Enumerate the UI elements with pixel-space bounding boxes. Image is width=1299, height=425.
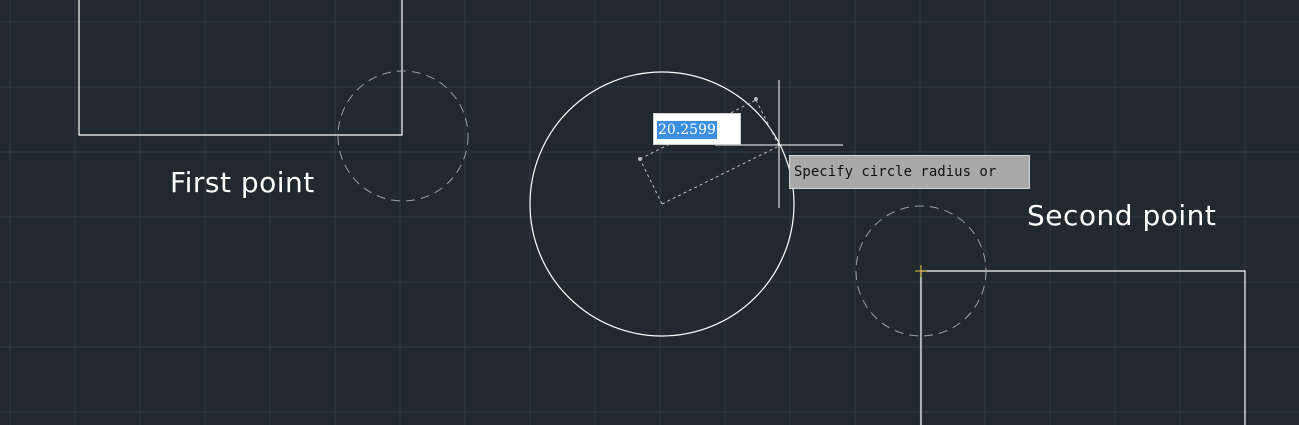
dimension-arrow-right — [754, 97, 758, 101]
radius-input-value[interactable]: 20.2599 — [657, 121, 717, 139]
snap-marker — [915, 265, 927, 277]
second-point-label: Second point — [1027, 199, 1217, 232]
dimension-arrow-left — [638, 157, 642, 161]
rectangle-right[interactable] — [920, 270, 1246, 425]
first-point-label: First point — [170, 166, 315, 199]
first-point-snap-circle — [337, 70, 469, 202]
rectangle-left[interactable] — [78, 0, 403, 136]
command-prompt-text: Specify circle radius or — [794, 164, 997, 180]
command-prompt-tooltip: Specify circle radius or — [789, 155, 1030, 189]
radius-input[interactable]: 20.2599 — [653, 113, 741, 145]
